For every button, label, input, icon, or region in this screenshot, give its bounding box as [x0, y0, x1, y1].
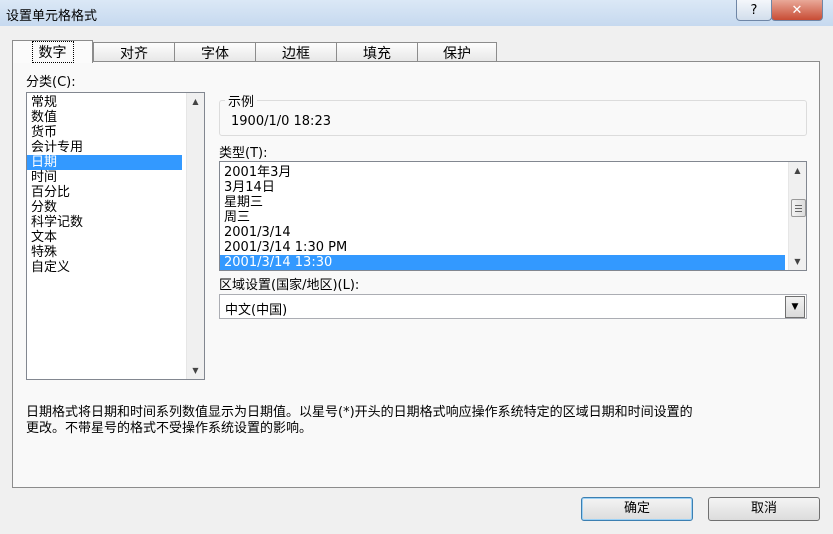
locale-value: 中文(中国) — [225, 303, 288, 318]
tab-number[interactable]: 数字 — [12, 40, 93, 63]
category-list[interactable]: 常规 数值 货币 会计专用 日期 时间 百分比 分数 科学记数 文本 特殊 自定… — [26, 92, 205, 380]
chevron-down-icon[interactable]: ▼ — [785, 296, 805, 318]
tab-protection[interactable]: 保护 — [417, 42, 497, 63]
tab-alignment[interactable]: 对齐 — [93, 42, 175, 63]
category-label: 分类(C): — [26, 75, 76, 90]
sample-group: 1900/1/0 18:23 — [219, 100, 807, 136]
type-item-selected[interactable]: 2001/3/14 13:30 — [220, 255, 785, 270]
number-tab-panel: 分类(C): 常规 数值 货币 会计专用 日期 时间 百分比 分数 科学记数 文… — [12, 61, 820, 488]
close-button[interactable]: ✕ — [771, 0, 823, 21]
scroll-down-arrow-icon[interactable]: ▼ — [789, 253, 806, 270]
type-item[interactable]: 2001年3月 — [220, 165, 785, 180]
tab-fill[interactable]: 填充 — [336, 42, 418, 63]
sample-value: 1900/1/0 18:23 — [231, 114, 331, 129]
category-item[interactable]: 科学记数 — [27, 215, 182, 230]
type-list[interactable]: 2001年3月 3月14日 星期三 周三 2001/3/14 2001/3/14… — [219, 161, 807, 271]
description-line-2: 更改。不带星号的格式不受操作系统设置的影响。 — [26, 421, 313, 436]
dialog-body: 数字 对齐 字体 边框 填充 保护 分类(C): 常规 数值 货币 会计专用 日… — [0, 26, 833, 534]
tab-border[interactable]: 边框 — [255, 42, 337, 63]
category-item[interactable]: 自定义 — [27, 260, 182, 275]
type-item[interactable]: 星期三 — [220, 195, 785, 210]
type-item[interactable]: 2001/3/14 1:30 PM — [220, 240, 785, 255]
cancel-button[interactable]: 取消 — [708, 497, 820, 521]
category-item[interactable]: 分数 — [27, 200, 182, 215]
locale-dropdown[interactable]: 中文(中国) ▼ — [219, 294, 807, 319]
dialog-title: 设置单元格格式 — [6, 9, 98, 24]
type-scrollbar[interactable]: ▲ ▼ — [788, 162, 806, 270]
locale-label: 区域设置(国家/地区)(L): — [219, 278, 360, 293]
category-item[interactable]: 文本 — [27, 230, 182, 245]
type-item[interactable]: 3月14日 — [220, 180, 785, 195]
category-item[interactable]: 时间 — [27, 170, 182, 185]
category-items: 常规 数值 货币 会计专用 日期 时间 百分比 分数 科学记数 文本 特殊 自定… — [27, 93, 182, 275]
category-item[interactable]: 常规 — [27, 95, 182, 110]
category-item-selected[interactable]: 日期 — [27, 155, 182, 170]
close-icon: ✕ — [791, 2, 803, 18]
scroll-thumb[interactable] — [791, 199, 806, 217]
type-item[interactable]: 周三 — [220, 210, 785, 225]
category-scrollbar[interactable]: ▲ ▼ — [186, 93, 204, 379]
tab-font[interactable]: 字体 — [174, 42, 256, 63]
ok-button[interactable]: 确定 — [581, 497, 693, 521]
category-item[interactable]: 特殊 — [27, 245, 182, 260]
scroll-up-arrow-icon[interactable]: ▲ — [789, 162, 806, 179]
type-items: 2001年3月 3月14日 星期三 周三 2001/3/14 2001/3/14… — [220, 162, 785, 270]
category-item[interactable]: 会计专用 — [27, 140, 182, 155]
help-button[interactable]: ? — [736, 0, 772, 21]
type-label: 类型(T): — [219, 146, 268, 161]
help-icon: ? — [750, 2, 758, 18]
title-bar[interactable]: 设置单元格格式 ? ✕ — [0, 0, 833, 26]
scroll-down-arrow-icon[interactable]: ▼ — [187, 362, 204, 379]
category-item[interactable]: 货币 — [27, 125, 182, 140]
scroll-up-arrow-icon[interactable]: ▲ — [187, 93, 204, 110]
sample-label: 示例 — [225, 91, 258, 110]
category-item[interactable]: 数值 — [27, 110, 182, 125]
category-item[interactable]: 百分比 — [27, 185, 182, 200]
type-item[interactable]: 2001/3/14 — [220, 225, 785, 240]
